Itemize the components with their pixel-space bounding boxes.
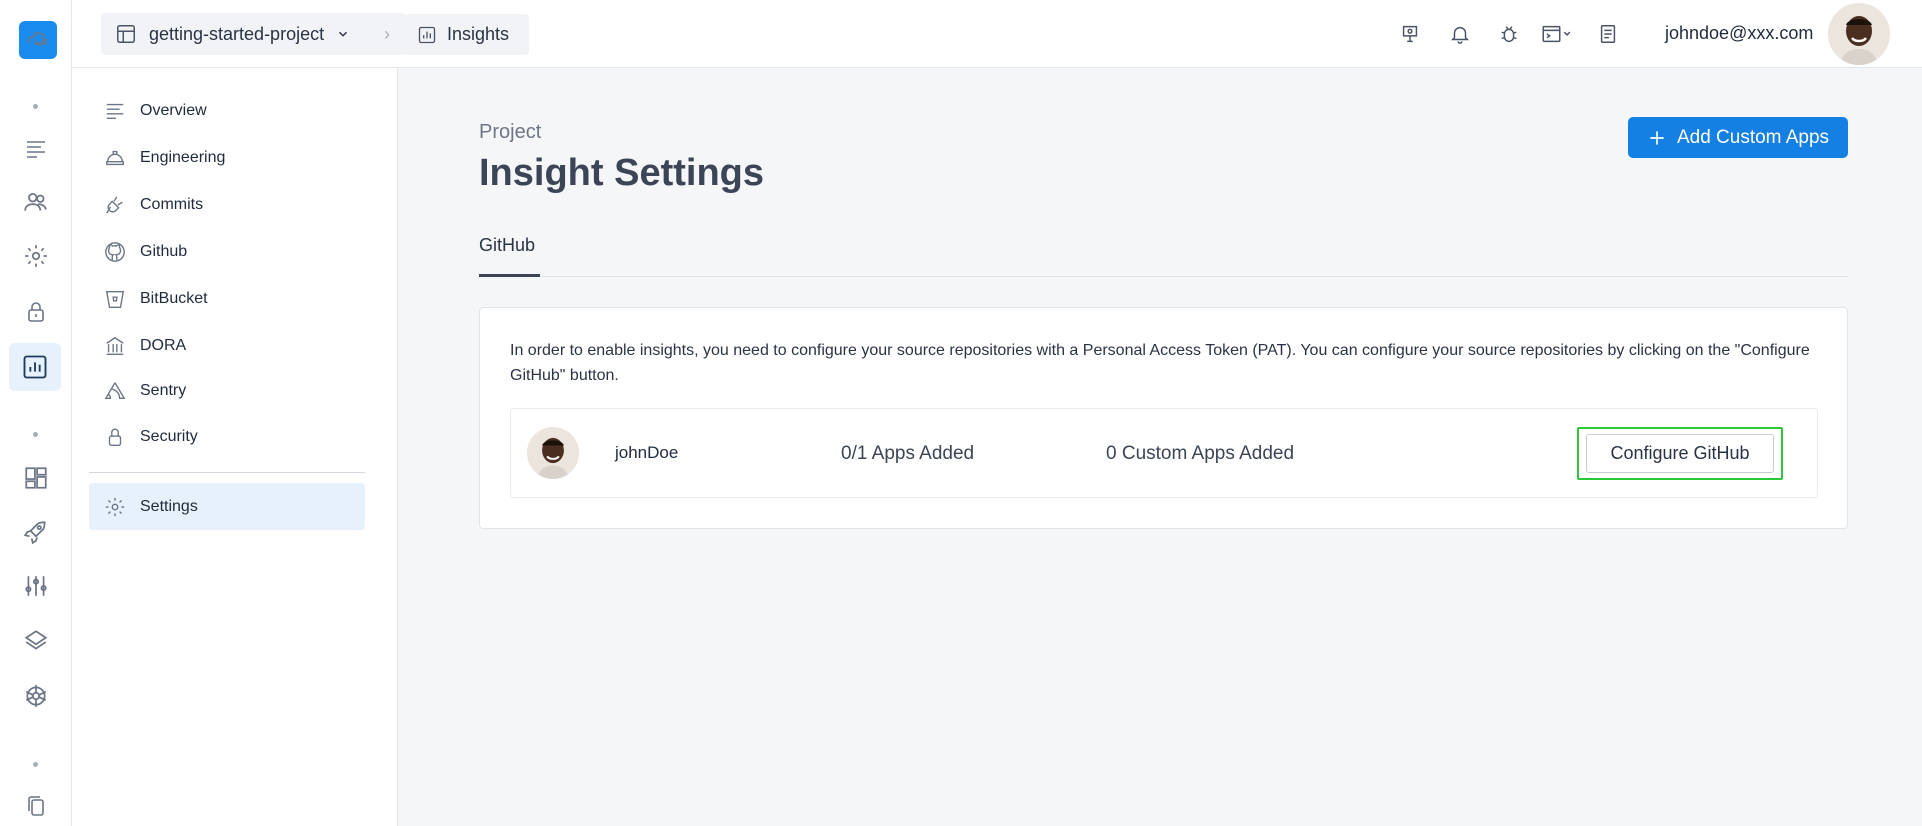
top-bar: getting-started-project › Insights johnd…	[72, 0, 1922, 68]
gear-icon	[105, 497, 125, 516]
hardhat-icon	[106, 150, 124, 165]
nav-item-engineering[interactable]: Engineering	[89, 134, 365, 181]
helm-icon[interactable]	[16, 676, 56, 716]
breadcrumb-separator-icon: ›	[384, 24, 390, 44]
bucket-icon	[105, 290, 125, 308]
page-eyebrow: Project	[479, 121, 542, 143]
nav-item-dora[interactable]: DORA	[89, 322, 365, 369]
add-custom-apps-button[interactable]: Add Custom Apps	[1628, 117, 1848, 158]
nav-item-label: Engineering	[140, 148, 226, 166]
avatar[interactable]	[1828, 3, 1890, 65]
nav-item-commits[interactable]: Commits	[89, 181, 365, 228]
lines-icon	[106, 103, 124, 119]
rocket-icon[interactable]	[16, 512, 56, 552]
document-icon[interactable]	[1596, 22, 1620, 46]
terminal-window-icon[interactable]	[1539, 22, 1575, 46]
nav-item-sentry[interactable]: Sentry	[89, 367, 365, 414]
nav-item-security[interactable]: Security	[89, 413, 365, 460]
project-selector[interactable]: getting-started-project	[101, 13, 406, 55]
copy-docs-icon[interactable]	[16, 786, 56, 826]
nav-item-settings[interactable]: Settings	[89, 483, 365, 530]
insights-chart-icon[interactable]	[9, 343, 61, 391]
nav-item-label: Commits	[140, 195, 204, 213]
apps-added-count: 0/1 Apps Added	[841, 443, 975, 464]
chevron-down-icon	[339, 31, 348, 37]
plug-icon	[106, 195, 123, 214]
username: johnDoe	[615, 443, 679, 462]
nav-item-label: Security	[140, 427, 198, 445]
nav-item-github[interactable]: Github	[89, 228, 365, 275]
bank-icon	[106, 336, 124, 355]
rail-divider-dot	[33, 104, 38, 109]
sentry-icon	[104, 381, 126, 399]
app-logo-icon[interactable]	[19, 21, 57, 59]
secondary-nav: Overview Engineering Commits Github BitB…	[72, 68, 398, 826]
configure-highlight: Configure GitHub	[1577, 427, 1783, 480]
breadcrumb-insights[interactable]: Insights	[403, 14, 529, 55]
nav-item-label: Github	[140, 242, 188, 260]
layers-icon[interactable]	[16, 621, 56, 661]
nav-item-overview[interactable]: Overview	[89, 87, 365, 134]
plus-icon	[1650, 130, 1664, 145]
list-item: johnDoe 0/1 Apps Added 0 Custom Apps Add…	[510, 408, 1818, 498]
monitor-pin-icon[interactable]	[1398, 22, 1422, 46]
chart-icon	[418, 26, 436, 43]
dashboard-grid-icon[interactable]	[16, 458, 56, 498]
rail-divider-dot	[33, 432, 38, 437]
nav-item-label: DORA	[140, 336, 187, 354]
user-email[interactable]: johndoe@xxx.com	[1665, 23, 1813, 44]
card-description: In order to enable insights, you need to…	[510, 342, 1810, 384]
nav-item-label: Settings	[140, 497, 198, 515]
rail-divider-dot	[33, 762, 38, 767]
project-name: getting-started-project	[149, 23, 325, 44]
nav-item-label: Sentry	[140, 381, 187, 399]
github-config-card: In order to enable insights, you need to…	[479, 307, 1848, 529]
users-icon[interactable]	[16, 182, 56, 222]
lock-icon[interactable]	[16, 292, 56, 332]
nav-divider	[89, 472, 365, 473]
github-icon	[105, 241, 125, 262]
gear-icon[interactable]	[16, 236, 56, 276]
nav-item-bitbucket[interactable]: BitBucket	[89, 275, 365, 322]
bell-icon[interactable]	[1448, 22, 1472, 46]
avatar	[527, 427, 579, 479]
add-custom-apps-label: Add Custom Apps	[1676, 126, 1830, 148]
icon-rail	[0, 0, 72, 826]
nav-item-label: BitBucket	[140, 289, 208, 307]
bug-icon[interactable]	[1497, 22, 1521, 46]
tab-bar: GitHub	[479, 233, 1848, 277]
main-content: Project Insight Settings Add Custom Apps…	[399, 68, 1922, 826]
tab-github[interactable]: GitHub	[479, 233, 540, 277]
menu-lines-icon[interactable]	[16, 128, 56, 168]
lock-icon	[108, 428, 122, 446]
custom-apps-count: 0 Custom Apps Added	[1106, 443, 1295, 464]
page-title: Insight Settings	[479, 152, 764, 194]
breadcrumb-label: Insights	[447, 24, 510, 44]
configure-github-button[interactable]: Configure GitHub	[1586, 434, 1774, 473]
sliders-icon[interactable]	[16, 566, 56, 606]
nav-item-label: Overview	[140, 101, 207, 119]
layout-icon	[117, 25, 135, 43]
